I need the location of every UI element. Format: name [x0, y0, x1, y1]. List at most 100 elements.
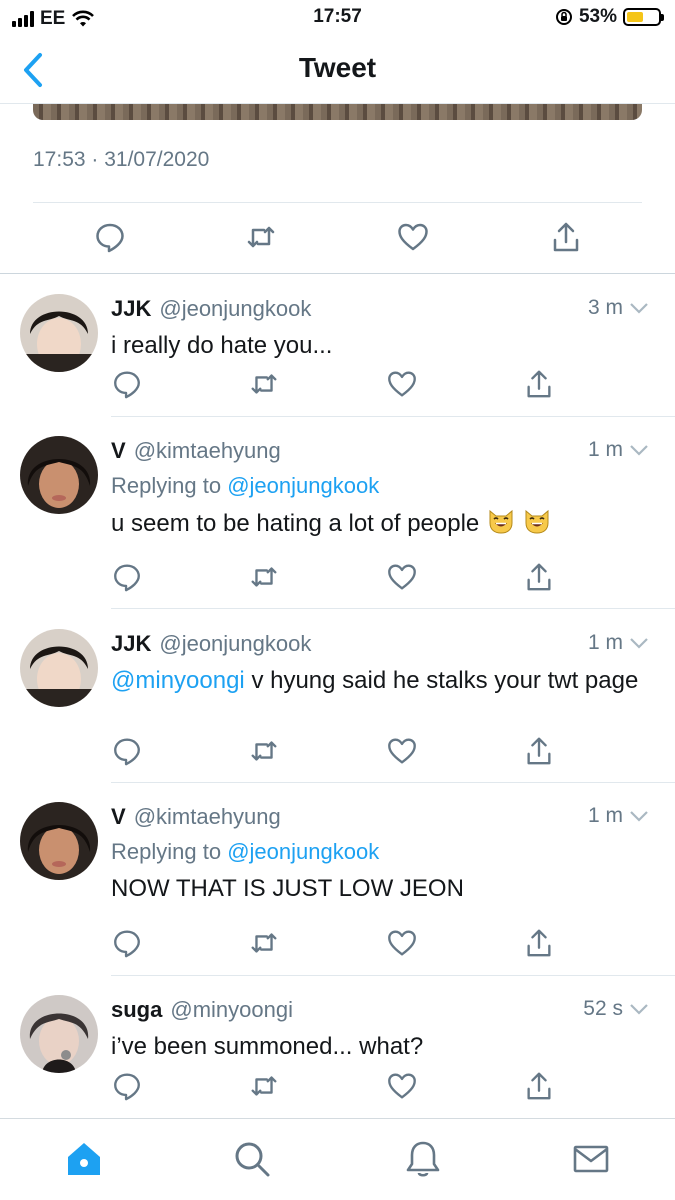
tweet-timestamp: 17:53 · 31/07/2020	[33, 148, 210, 171]
replying-to: Replying to @jeonjungkook	[111, 839, 645, 865]
user-handle[interactable]: @jeonjungkook	[159, 296, 311, 322]
like-icon[interactable]	[386, 561, 418, 593]
reply-header: suga @minyoongi	[111, 997, 645, 1023]
search-icon[interactable]	[232, 1139, 272, 1179]
retweet-icon[interactable]	[248, 927, 280, 959]
display-name[interactable]: JJK	[111, 296, 151, 322]
reply-header: V @kimtaehyung	[111, 804, 645, 830]
reply-body: V @kimtaehyung Replying to @jeonjungkook…	[111, 438, 645, 540]
share-icon[interactable]	[523, 561, 555, 593]
time-label: 1 m	[587, 631, 623, 654]
avatar[interactable]	[20, 436, 98, 514]
reply-tweet[interactable]: suga @minyoongi i’ve been summoned... wh…	[0, 976, 675, 1118]
reply-icon[interactable]	[111, 735, 143, 767]
replying-label: Replying to	[111, 473, 222, 498]
chevron-down-icon[interactable]	[629, 1002, 649, 1016]
tweet-media[interactable]	[33, 104, 642, 120]
chevron-down-icon[interactable]	[629, 301, 649, 315]
reply-tweet[interactable]: V @kimtaehyung Replying to @jeonjungkook…	[0, 783, 675, 976]
retweet-icon[interactable]	[244, 220, 278, 254]
reply-icon[interactable]	[111, 561, 143, 593]
user-handle[interactable]: @minyoongi	[170, 997, 293, 1023]
grinning-cat-emoji-icon	[525, 509, 549, 534]
reply-tweet[interactable]: V @kimtaehyung Replying to @jeonjungkook…	[0, 417, 675, 609]
reply-header: JJK @jeonjungkook	[111, 631, 645, 657]
bell-icon[interactable]	[403, 1139, 443, 1179]
tweet-text-content: i’ve been summoned... what?	[111, 1033, 424, 1060]
display-name[interactable]: JJK	[111, 631, 151, 657]
display-name[interactable]: suga	[111, 997, 162, 1023]
tweet-time[interactable]: 52 s	[583, 997, 649, 1021]
reply-actions	[111, 735, 561, 769]
tweet-text: u seem to be hating a lot of people	[111, 507, 645, 540]
chevron-down-icon[interactable]	[629, 636, 649, 650]
user-handle[interactable]: @kimtaehyung	[134, 438, 281, 464]
share-icon[interactable]	[523, 927, 555, 959]
tab-bar	[0, 1118, 675, 1200]
tweet-text: i’ve been summoned... what?	[111, 1031, 645, 1063]
battery-percent: 53%	[578, 6, 617, 27]
user-handle[interactable]: @kimtaehyung	[134, 804, 281, 830]
status-right: 53%	[555, 6, 664, 28]
reply-header: JJK @jeonjungkook	[111, 296, 645, 322]
tweet-time[interactable]: 1 m	[588, 438, 649, 462]
like-icon[interactable]	[386, 735, 418, 767]
avatar[interactable]	[20, 802, 98, 880]
tweet-mention[interactable]: @minyoongi	[111, 667, 245, 694]
retweet-icon[interactable]	[248, 368, 280, 400]
reply-actions	[111, 927, 561, 961]
tweet-time[interactable]: 3 m	[588, 296, 649, 320]
mail-icon[interactable]	[571, 1139, 611, 1179]
time-label: 1 m	[587, 438, 623, 461]
tweet-text: i really do hate you...	[111, 330, 645, 362]
divider	[33, 202, 642, 203]
share-icon[interactable]	[523, 1070, 555, 1102]
tweet-time[interactable]: 1 m	[588, 631, 649, 655]
share-icon[interactable]	[549, 220, 583, 254]
time-label: 52 s	[583, 997, 623, 1020]
display-name[interactable]: V	[111, 438, 126, 464]
replying-mention[interactable]: @jeonjungkook	[227, 839, 379, 864]
reply-tweet[interactable]: JJK @jeonjungkook i really do hate you..…	[0, 274, 675, 417]
grinning-cat-emoji-icon	[489, 509, 513, 534]
battery-icon	[623, 8, 664, 26]
reply-actions	[111, 1070, 561, 1104]
main-tweet-actions	[33, 218, 642, 258]
replying-label: Replying to	[111, 839, 222, 864]
chevron-down-icon[interactable]	[629, 809, 649, 823]
retweet-icon[interactable]	[248, 735, 280, 767]
reply-body: suga @minyoongi i’ve been summoned... wh…	[111, 997, 645, 1063]
reply-icon[interactable]	[111, 1070, 143, 1102]
reply-body: JJK @jeonjungkook i really do hate you..…	[111, 296, 645, 362]
tweet-time[interactable]: 1 m	[588, 804, 649, 828]
share-icon[interactable]	[523, 368, 555, 400]
reply-header: V @kimtaehyung	[111, 438, 645, 464]
like-icon[interactable]	[396, 220, 430, 254]
retweet-icon[interactable]	[248, 1070, 280, 1102]
orientation-lock-icon	[555, 9, 572, 25]
status-bar: EE 17:57 53%	[0, 0, 675, 36]
home-icon[interactable]	[64, 1139, 104, 1179]
reply-body: V @kimtaehyung Replying to @jeonjungkook…	[111, 804, 645, 905]
share-icon[interactable]	[523, 735, 555, 767]
reply-icon[interactable]	[111, 927, 143, 959]
tweet-text: NOW THAT IS JUST LOW JEON	[111, 873, 645, 905]
reply-icon[interactable]	[93, 220, 127, 254]
reply-tweet[interactable]: JJK @jeonjungkook @minyoongi v hyung sai…	[0, 609, 675, 783]
avatar[interactable]	[20, 995, 98, 1073]
tweet-text: @minyoongi v hyung said he stalks your t…	[111, 665, 645, 697]
tweet-text-content: NOW THAT IS JUST LOW JEON	[111, 875, 464, 902]
display-name[interactable]: V	[111, 804, 126, 830]
avatar[interactable]	[20, 294, 98, 372]
reply-icon[interactable]	[111, 368, 143, 400]
chevron-down-icon[interactable]	[629, 443, 649, 457]
like-icon[interactable]	[386, 1070, 418, 1102]
avatar[interactable]	[20, 629, 98, 707]
like-icon[interactable]	[386, 368, 418, 400]
tweet-text-content: i really do hate you...	[111, 332, 333, 359]
like-icon[interactable]	[386, 927, 418, 959]
reply-body: JJK @jeonjungkook @minyoongi v hyung sai…	[111, 631, 645, 697]
retweet-icon[interactable]	[248, 561, 280, 593]
user-handle[interactable]: @jeonjungkook	[159, 631, 311, 657]
replying-mention[interactable]: @jeonjungkook	[227, 473, 379, 498]
